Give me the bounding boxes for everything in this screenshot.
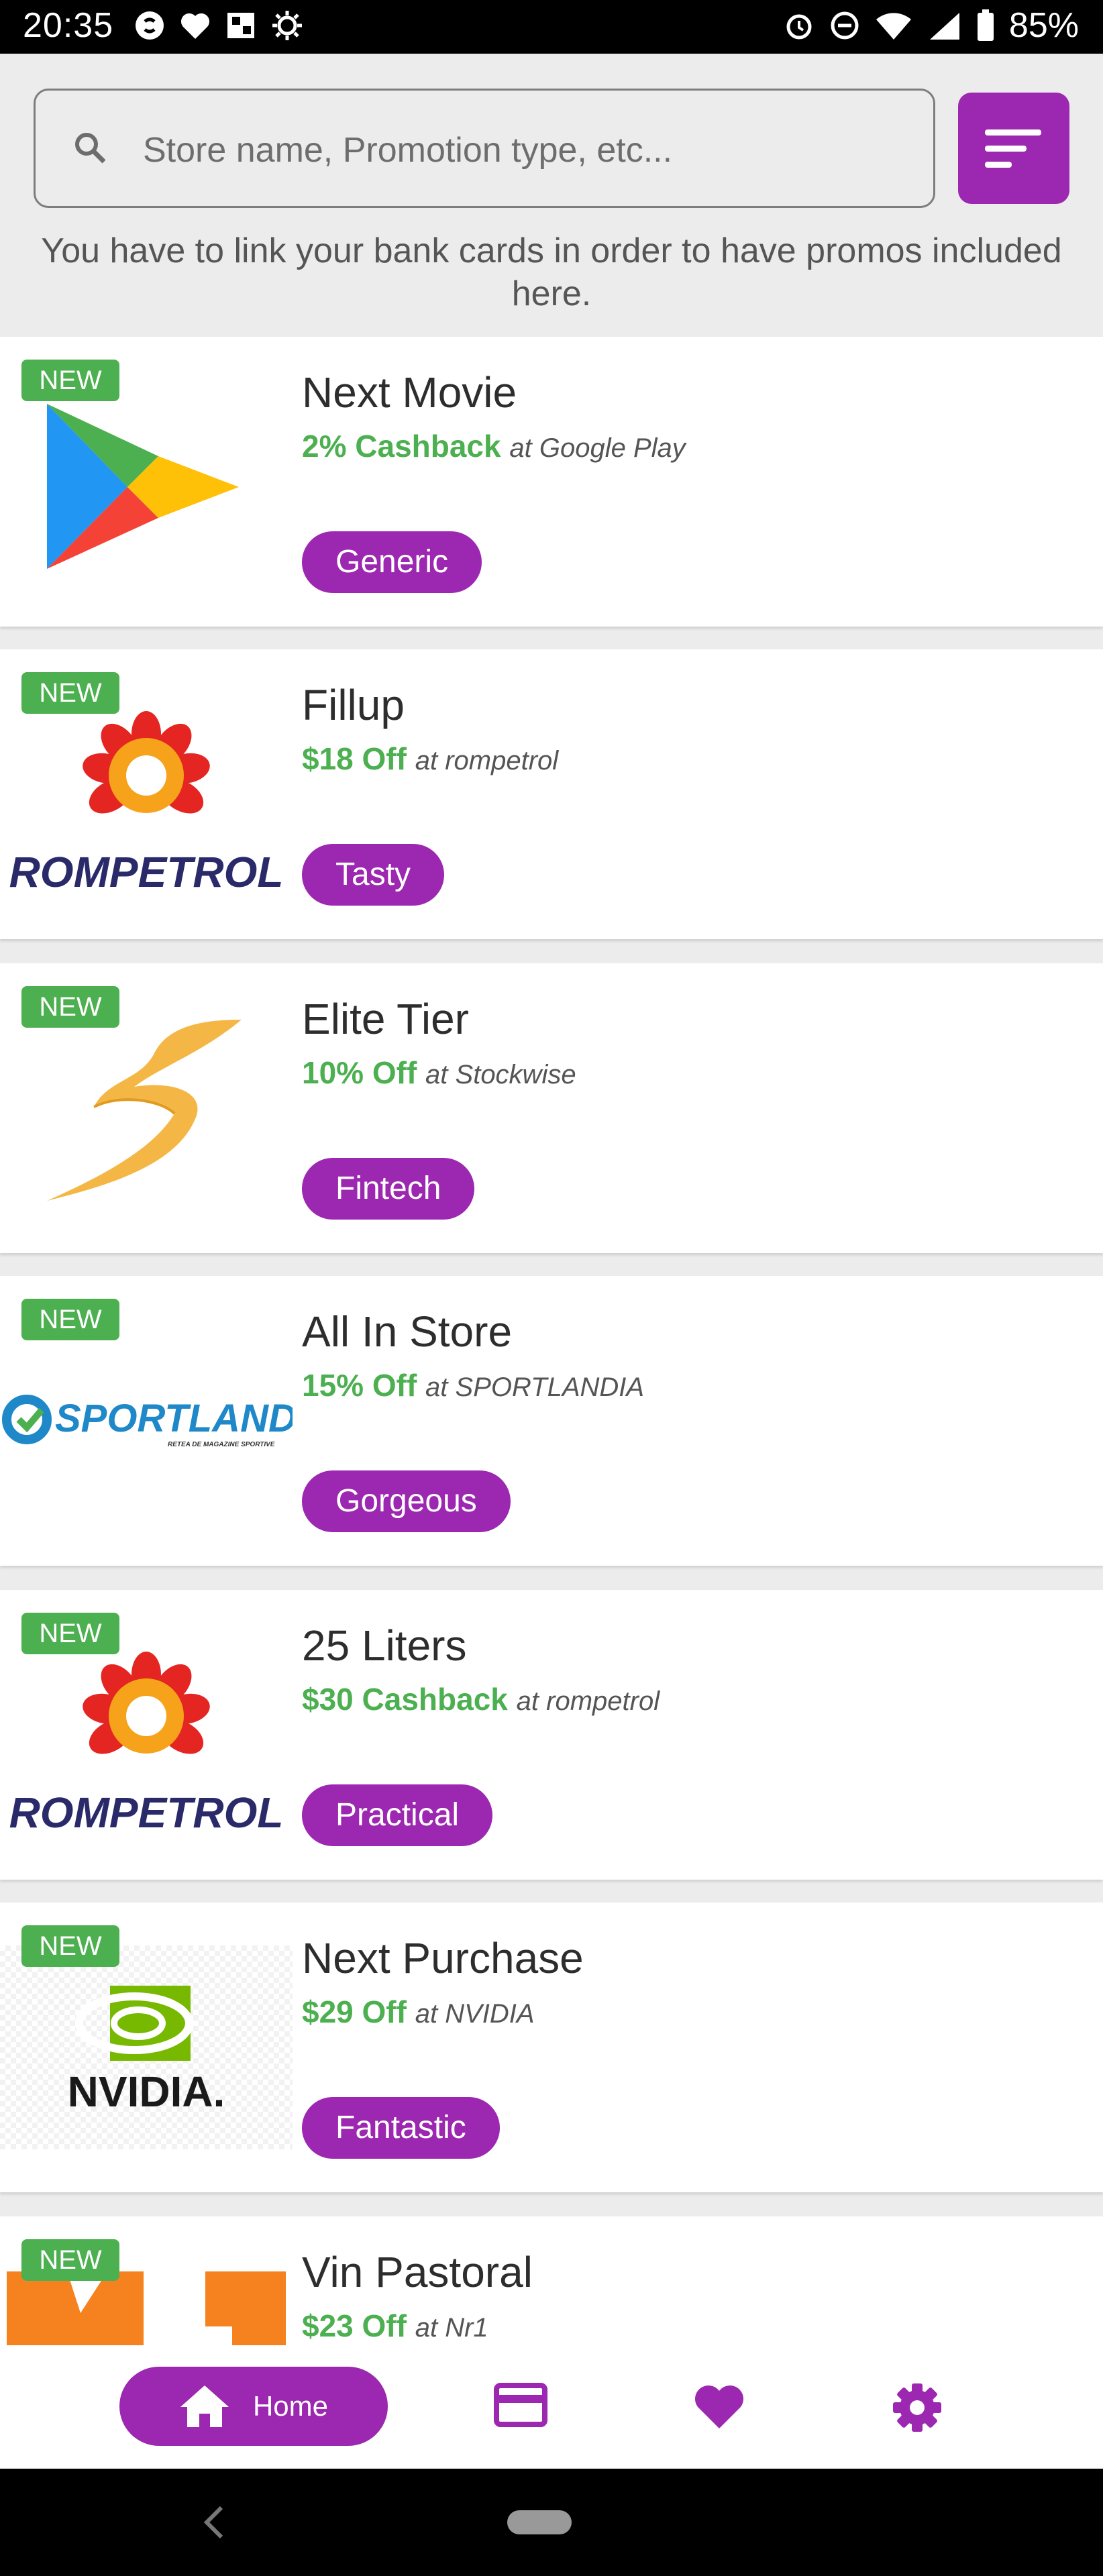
- link-cards-notice: You have to link your bank cards in orde…: [41, 231, 1062, 313]
- promo-card[interactable]: NEW SPORTLANDIA RETEA DE MAGAZINE SPORTI…: [0, 1276, 1103, 1566]
- promo-store: at Google Play: [509, 433, 686, 463]
- heart-icon[interactable]: [694, 2383, 745, 2430]
- new-badge: NEW: [21, 360, 119, 401]
- system-navigation-bar: [0, 2469, 1103, 2576]
- new-badge: NEW: [21, 672, 119, 714]
- status-notification-icons: [134, 9, 303, 42]
- nav-home-button[interactable]: Home: [119, 2367, 388, 2446]
- stockwise-logo: [0, 1006, 293, 1210]
- status-system-icons: 85%: [784, 5, 1079, 46]
- svg-text:NVIDIA.: NVIDIA.: [68, 2068, 225, 2116]
- promo-store: at Nr1: [415, 2313, 488, 2343]
- svg-text:ROMPETROL: ROMPETROL: [9, 848, 284, 896]
- google-play-logo: [0, 380, 293, 584]
- search-box[interactable]: [34, 89, 935, 208]
- svg-text:RETEA DE MAGAZINE SPORTIVE: RETEA DE MAGAZINE SPORTIVE: [168, 1441, 275, 1448]
- bottom-navigation: Home: [0, 2345, 1103, 2469]
- promo-title: 25 Liters: [302, 1621, 467, 1670]
- sportlandia-logo: SPORTLANDIA RETEA DE MAGAZINE SPORTIVE: [0, 1319, 293, 1523]
- promo-title: Next Movie: [302, 368, 517, 417]
- rompetrol-logo: ROMPETROL: [0, 692, 293, 896]
- promo-offer: $29 Off at NVIDIA: [302, 1994, 535, 2029]
- do-not-disturb-icon: [831, 11, 859, 40]
- promo-title: Next Purchase: [302, 1934, 584, 1982]
- search-icon: [75, 133, 106, 164]
- promo-card[interactable]: NEW NVIDIA. Next Purchase $29 Off at NVI…: [0, 1902, 1103, 2192]
- battery-percent: 85%: [1008, 6, 1079, 45]
- promo-category-tag[interactable]: Fintech: [302, 1158, 475, 1220]
- home-gesture-pill[interactable]: [507, 2510, 572, 2534]
- wifi-icon: [876, 13, 911, 40]
- nvidia-logo: NVIDIA.: [0, 1945, 293, 2149]
- new-badge: NEW: [21, 1613, 119, 1654]
- promo-offer: 15% Off at SPORTLANDIA: [302, 1368, 645, 1403]
- new-badge: NEW: [21, 1299, 119, 1340]
- promo-card[interactable]: NEW Elite Tier 10% Off at Stockwise Fint…: [0, 963, 1103, 1253]
- promo-title: Vin Pastoral: [302, 2248, 533, 2296]
- heart-status-icon: [180, 13, 210, 39]
- promo-offer: $30 Cashback at rompetrol: [302, 1682, 660, 1717]
- promo-offer: $18 Off at rompetrol: [302, 741, 559, 776]
- card-icon[interactable]: [494, 2383, 547, 2427]
- promo-title: Fillup: [302, 681, 405, 729]
- promo-store: at SPORTLANDIA: [425, 1373, 645, 1402]
- battery-icon: [977, 9, 994, 41]
- promo-offer: 2% Cashback at Google Play: [302, 429, 686, 464]
- alarm-icon: [786, 14, 812, 40]
- status-time: 20:35: [23, 6, 114, 45]
- sort-filter-button[interactable]: [958, 93, 1069, 204]
- rompetrol-logo: ROMPETROL: [0, 1633, 293, 1837]
- promo-title: All In Store: [302, 1307, 513, 1356]
- promo-offer: $23 Off at Nr1: [302, 2308, 488, 2343]
- header-area: You have to link your bank cards in orde…: [0, 54, 1103, 337]
- svg-text:SPORTLANDIA: SPORTLANDIA: [55, 1397, 293, 1440]
- promo-card[interactable]: NEW Next Movie 2% Cashback at Google Pla…: [0, 337, 1103, 627]
- promo-offer: 10% Off at Stockwise: [302, 1055, 576, 1090]
- promo-category-tag[interactable]: Generic: [302, 531, 482, 593]
- promo-store: at Stockwise: [425, 1060, 576, 1089]
- home-icon: [180, 2385, 229, 2427]
- nav-home-label: Home: [252, 2390, 329, 2422]
- new-badge: NEW: [21, 1925, 119, 1967]
- promo-card[interactable]: NEW ROMPETROL: [0, 1590, 1103, 1880]
- photo-status-icon: [227, 13, 254, 38]
- promo-category-tag[interactable]: Fantastic: [302, 2097, 500, 2159]
- promo-store: at rompetrol: [415, 746, 559, 775]
- status-bar: 20:35 85%: [0, 0, 1103, 54]
- promo-category-tag[interactable]: Tasty: [302, 844, 445, 906]
- sort-icon: [985, 129, 1041, 136]
- promo-store: at NVIDIA: [415, 1999, 535, 2029]
- sun-status-icon: [272, 11, 302, 40]
- gear-icon[interactable]: [892, 2383, 942, 2432]
- promo-card[interactable]: NEW ROMPETROL: [0, 649, 1103, 939]
- shazam-icon: [136, 11, 164, 40]
- search-input[interactable]: [143, 120, 914, 180]
- promo-category-tag[interactable]: Practical: [302, 1784, 493, 1846]
- signal-icon: [929, 13, 959, 40]
- new-badge: NEW: [21, 2239, 119, 2281]
- new-badge: NEW: [21, 986, 119, 1028]
- back-icon[interactable]: [201, 2504, 225, 2541]
- svg-text:ROMPETROL: ROMPETROL: [9, 1788, 284, 1837]
- promo-category-tag[interactable]: Gorgeous: [302, 1470, 511, 1532]
- promo-store: at rompetrol: [516, 1686, 660, 1716]
- promo-title: Elite Tier: [302, 995, 469, 1043]
